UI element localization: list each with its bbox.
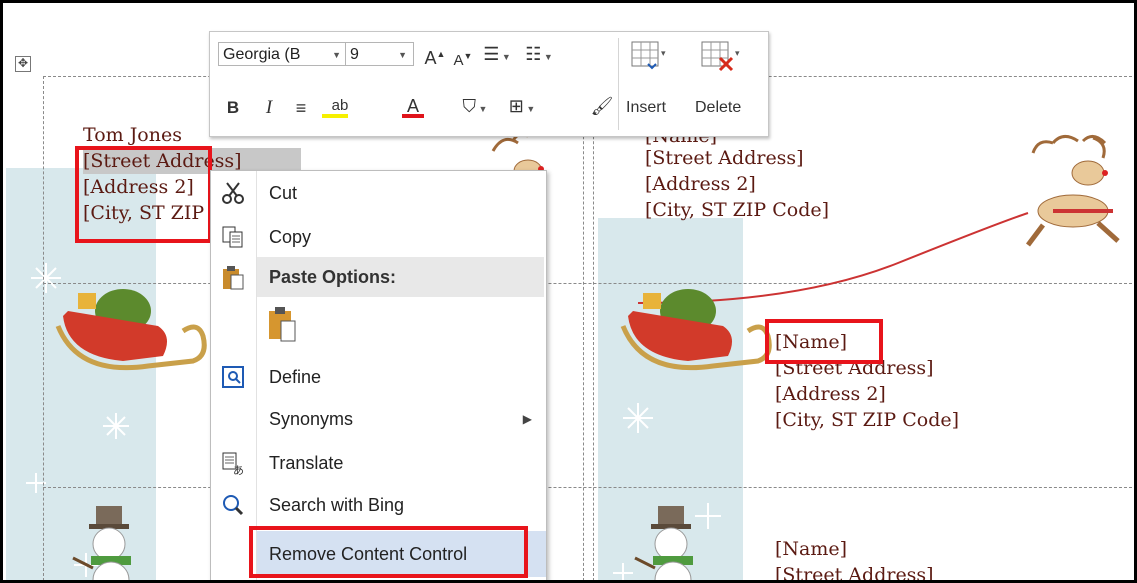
font-color-icon[interactable]: A	[398, 94, 428, 118]
font-name-box[interactable]: Georgia (B ▼	[218, 42, 346, 66]
grow-font-icon[interactable]: A▲	[424, 42, 446, 70]
city-state-zip[interactable]: [City, ST ZIP Code]	[645, 197, 829, 223]
define-icon	[222, 366, 244, 388]
delete-table-icon[interactable]: ▾	[700, 40, 745, 74]
font-size-box[interactable]: 9 ▼	[345, 42, 414, 66]
menu-item-label: Synonyms	[269, 409, 354, 429]
shrink-font-icon[interactable]: A▼	[452, 44, 474, 73]
label-grid-line	[43, 76, 44, 580]
mini-toolbar: Georgia (B ▼ 9 ▼ A▲ A▼ ☰ ▼ ☷ ▼ ▾ ▾ B I ≡…	[209, 31, 769, 137]
label-grid-line	[583, 76, 584, 580]
chevron-down-icon: ▼	[398, 50, 407, 60]
highlight-icon[interactable]: ab	[318, 94, 362, 118]
font-color-letter: A	[406, 96, 419, 116]
label-address-block[interactable]: [Name] [Street Address] [Address 2] [Cit…	[645, 123, 829, 223]
sleigh-icon	[620, 289, 772, 371]
menu-item-label: Cut	[269, 183, 298, 203]
paste-options-header: Paste Options:	[257, 257, 544, 297]
snowman-icon	[634, 506, 693, 580]
search-icon	[223, 495, 244, 516]
submenu-arrow-icon: ▶	[522, 412, 532, 426]
address-2[interactable]: [Address 2]	[645, 171, 829, 197]
recipient-name[interactable]: [Name]	[775, 536, 934, 562]
street-address[interactable]: [Street Address]	[645, 145, 829, 171]
table-move-icon[interactable]: ✥	[15, 56, 31, 72]
borders-icon[interactable]: ⊞ ▼	[502, 94, 542, 121]
font-name-value: Georgia (B	[223, 46, 301, 63]
shading-icon[interactable]: ⛉ ▼	[455, 94, 495, 121]
menu-item-search-with-bing[interactable]: Search with Bing	[211, 485, 546, 525]
bullets-icon[interactable]: ☰ ▼	[477, 42, 517, 69]
cut-icon	[222, 182, 244, 204]
street-address[interactable]: [Street Address]	[775, 562, 934, 580]
menu-item-label: Copy	[269, 227, 312, 247]
label-grid-line	[593, 76, 594, 580]
highlight-selection	[75, 146, 212, 243]
menu-item-label: Define	[269, 367, 322, 387]
grow-font-letter: A	[424, 48, 437, 68]
address-2[interactable]: [Address 2]	[775, 381, 959, 407]
menu-item-define[interactable]: Define	[211, 357, 546, 397]
svg-text:▾: ▾	[661, 49, 666, 59]
format-painter-icon[interactable]: 🖌	[590, 94, 614, 118]
numbering-icon[interactable]: ☷ ▼	[519, 42, 559, 69]
snowman-icon	[72, 506, 131, 580]
insert-button[interactable]: Insert	[626, 99, 666, 117]
label-address-block[interactable]: [Name] [Street Address]	[775, 536, 934, 580]
font-size-value: 9	[350, 46, 359, 63]
italic-button[interactable]: I	[260, 96, 278, 120]
svg-text:▾: ▾	[735, 49, 740, 59]
svg-text:あ: あ	[233, 464, 244, 475]
bold-button[interactable]: B	[224, 96, 242, 120]
menu-item-copy[interactable]: Copy	[211, 217, 546, 257]
menu-item-label: Search with Bing	[269, 495, 405, 515]
menu-item-translate[interactable]: あ Translate	[211, 443, 546, 483]
chevron-down-icon: ▼	[332, 50, 341, 60]
context-menu: Cut Copy Paste Options: Define Synonyms …	[210, 170, 547, 580]
paste-icon	[223, 266, 244, 290]
insert-table-icon[interactable]: ▾	[630, 40, 670, 72]
city-state-zip[interactable]: [City, ST ZIP Code]	[775, 407, 959, 433]
menu-item-label: Translate	[269, 453, 344, 473]
document-page: ✥ Tom Jones [Street Address] [Address 2]…	[0, 0, 1137, 583]
label-grid-line	[43, 487, 1134, 488]
paste-keep-text-icon[interactable]	[267, 305, 299, 343]
copy-icon	[222, 226, 243, 248]
toolbar-separator	[618, 38, 619, 130]
sleigh-icon	[55, 289, 207, 371]
menu-item-synonyms[interactable]: Synonyms ▶	[211, 399, 546, 439]
shrink-font-letter: A	[453, 52, 464, 69]
menu-item-cut[interactable]: Cut	[211, 173, 546, 213]
center-align-icon[interactable]: ≡	[288, 96, 314, 120]
highlight-name	[765, 319, 883, 364]
paste-options-label: Paste Options:	[269, 267, 397, 287]
highlight-remove-content-control	[249, 526, 528, 578]
delete-button[interactable]: Delete	[695, 99, 741, 117]
translate-icon: あ	[222, 452, 244, 475]
